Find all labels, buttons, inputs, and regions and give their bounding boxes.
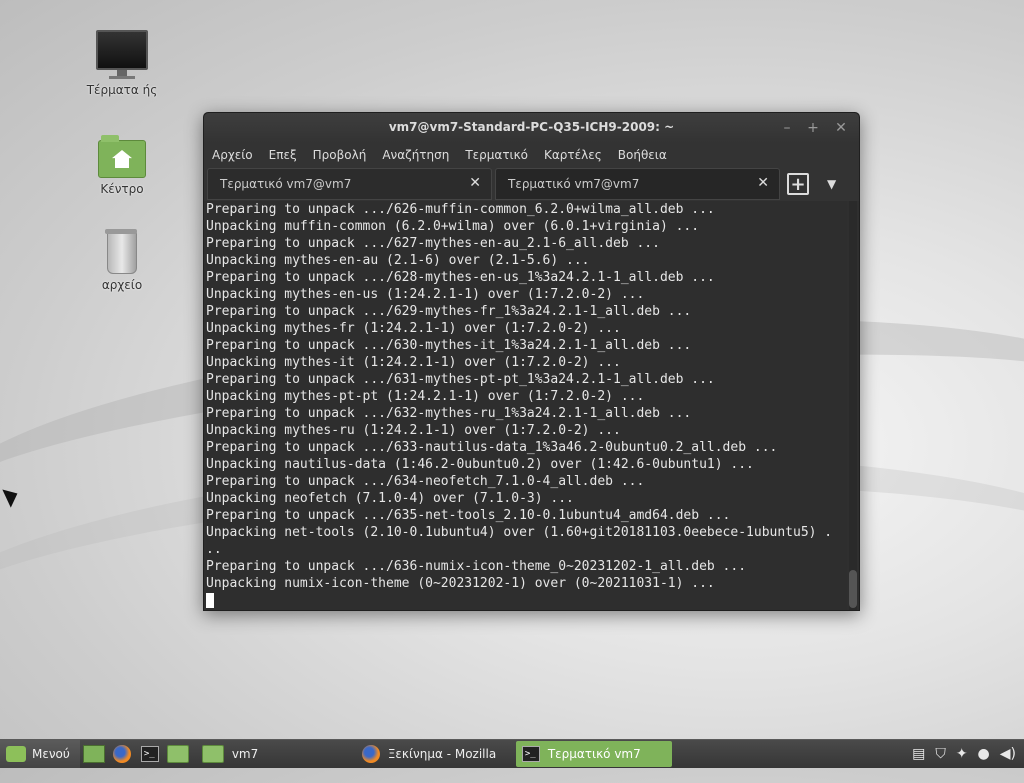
launcher-terminal[interactable]: >_ [138,743,162,765]
task-label: Ξεκίνημα - Mozilla [387,747,497,761]
folder-icon [166,745,189,763]
maximize-button[interactable]: + [803,118,823,138]
desktop-icon-home[interactable]: Κέντρο [77,135,167,196]
terminal-output[interactable]: Preparing to unpack .../626-muffin-commo… [206,201,847,610]
terminal-line: Preparing to unpack .../629-mythes-fr_1%… [206,304,692,319]
window-title: vm7@vm7-Standard-PC-Q35-ICH9-2009: ~ [388,120,675,134]
close-button[interactable]: ✕ [831,118,851,138]
home-folder-icon [98,135,146,178]
terminal-line: Preparing to unpack .../633-nautilus-dat… [206,440,778,455]
tab-label: Τερματικό vm7@vm7 [220,177,352,191]
menu-button-label: Μενού [32,747,70,761]
terminal-line: Unpacking mythes-pt-pt (1:24.2.1-1) over… [206,389,645,404]
tab-menu-chevron-down-icon[interactable]: ▼ [827,177,836,191]
task-label: vm7 [231,747,259,761]
task-files[interactable]: vm7 [196,741,352,767]
terminal-line: Unpacking mythes-en-au (2.1-6) over (2.1… [206,253,590,268]
launcher-show-desktop[interactable] [82,743,106,765]
menu-help[interactable]: Βοήθεια [618,148,667,162]
firefox-icon [112,745,131,763]
desktop-icon-label: Τέρματα ής [86,83,158,97]
menu-terminal[interactable]: Τερματικό [465,148,528,162]
terminal-icon: >_ [521,746,540,762]
trash-icon [105,229,137,274]
desktop-icon-label: αρχείο [101,278,143,292]
terminal-line: Preparing to unpack .../628-mythes-en-us… [206,270,715,285]
terminal-icon: >_ [140,746,159,762]
terminal-line: Unpacking mythes-fr (1:24.2.1-1) over (1… [206,321,621,336]
tab-close-icon[interactable]: ✕ [757,175,769,191]
menubar: Αρχείο Επεξ Προβολή Αναζήτηση Τερματικό … [204,143,859,167]
shield-icon[interactable]: ⛉ [935,746,946,762]
terminal-line: Unpacking mythes-en-us (1:24.2.1-1) over… [206,287,645,302]
desktop-icon-computer[interactable]: Τέρματα ής [77,30,167,97]
terminal-line: .. [206,542,222,557]
terminal-cursor [206,593,214,608]
terminal-line: Preparing to unpack .../632-mythes-ru_1%… [206,406,692,421]
terminal-line: Preparing to unpack .../635-net-tools_2.… [206,508,731,523]
terminal-line: Unpacking net-tools (2.10-0.1ubuntu4) ov… [206,525,833,540]
menu-tabs[interactable]: Καρτέλες [544,148,602,162]
show-desktop-icon [82,745,105,763]
terminal-line: Preparing to unpack .../631-mythes-pt-pt… [206,372,715,387]
menu-file[interactable]: Αρχείο [212,148,253,162]
tab-terminal-1[interactable]: Τερματικό vm7@vm7 ✕ [207,168,492,200]
launcher-files[interactable] [166,743,190,765]
terminal-line: Preparing to unpack .../626-muffin-commo… [206,202,715,217]
task-firefox[interactable]: Ξεκίνημα - Mozilla [356,741,512,767]
terminal-line: Unpacking muffin-common (6.2.0+wilma) ov… [206,219,700,234]
minimize-button[interactable]: – [777,118,797,138]
tab-terminal-2[interactable]: Τερματικό vm7@vm7 ✕ [495,168,780,200]
mint-logo-icon [6,746,26,762]
volume-icon[interactable]: ◀) [1000,746,1016,762]
terminal-line: Unpacking nautilus-data (1:46.2-0ubuntu0… [206,457,754,472]
clipboard-icon[interactable]: ▤ [912,746,925,762]
task-terminal[interactable]: >_ Τερματικό vm7 [515,741,672,767]
terminal-window: vm7@vm7-Standard-PC-Q35-ICH9-2009: ~ – +… [203,112,860,611]
terminal-scrollbar[interactable] [849,201,857,610]
menu-view[interactable]: Προβολή [313,148,367,162]
new-tab-button[interactable]: + [787,173,809,195]
tab-bar: Τερματικό vm7@vm7 ✕ Τερματικό vm7@vm7 ✕ … [204,167,859,201]
terminal-line: Preparing to unpack .../634-neofetch_7.1… [206,474,645,489]
scrollbar-thumb[interactable] [849,570,857,608]
window-titlebar[interactable]: vm7@vm7-Standard-PC-Q35-ICH9-2009: ~ – +… [204,113,859,143]
launcher-firefox[interactable] [110,743,134,765]
tab-label: Τερματικό vm7@vm7 [508,177,640,191]
system-tray: ▤ ⛉ ✦ ● ◀) [902,746,1024,762]
computer-icon [77,30,167,79]
terminal-line: Preparing to unpack .../630-mythes-it_1%… [206,338,692,353]
terminal-line: Unpacking neofetch (7.1.0-4) over (7.1.0… [206,491,574,506]
terminal-line: Unpacking mythes-ru (1:24.2.1-1) over (1… [206,423,621,438]
task-label: Τερματικό vm7 [547,747,641,761]
tab-close-icon[interactable]: ✕ [469,175,481,191]
notification-icon[interactable]: ✦ [956,746,968,762]
folder-icon [201,745,224,763]
terminal-line: Unpacking mythes-it (1:24.2.1-1) over (1… [206,355,621,370]
terminal-line: Unpacking numix-icon-theme (0~20231202-1… [206,576,715,591]
user-icon[interactable]: ● [978,746,990,762]
desktop-icon-label: Κέντρο [100,182,144,196]
terminal-line: Preparing to unpack .../627-mythes-en-au… [206,236,660,251]
firefox-icon [361,745,380,763]
desktop-icon-trash[interactable]: αρχείο [77,229,167,292]
menu-edit[interactable]: Επεξ [269,148,297,162]
menu-search[interactable]: Αναζήτηση [382,148,449,162]
terminal-line: Preparing to unpack .../636-numix-icon-t… [206,559,747,574]
bottom-panel: Μενού >_ vm7 Ξεκίνημα - Mozilla >_ Τερμα… [0,739,1024,768]
menu-button[interactable]: Μενού [0,740,80,768]
